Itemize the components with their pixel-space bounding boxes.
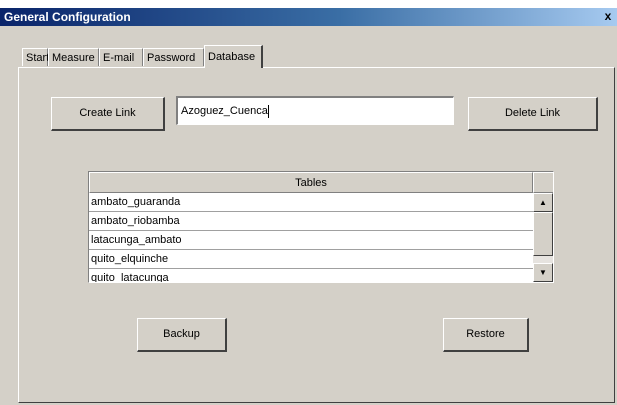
delete-link-button[interactable]: Delete Link xyxy=(468,97,598,131)
arrow-down-icon[interactable]: ▼ xyxy=(533,263,553,282)
table-row[interactable]: latacunga_ambato xyxy=(89,231,533,250)
tab-measure[interactable]: Measure xyxy=(48,48,99,66)
tab-password-label: Password xyxy=(147,52,196,64)
tab-database-label: Database xyxy=(208,51,256,63)
grid-corner xyxy=(533,172,553,193)
tab-start-label: Start xyxy=(26,52,50,64)
table-row[interactable]: ambato_guaranda xyxy=(89,193,533,212)
table-row[interactable]: quito_latacunga xyxy=(89,269,533,282)
tab-start[interactable]: Start xyxy=(22,48,50,66)
tables-list: Tables ambato_guaranda ambato_riobamba l… xyxy=(88,171,554,283)
close-icon[interactable]: x xyxy=(601,10,615,23)
table-row[interactable]: quito_elquinche xyxy=(89,250,533,269)
link-name-value: Azoguez_Cuenca xyxy=(181,105,268,117)
tab-measure-label: Measure xyxy=(52,52,95,64)
tab-password[interactable]: Password xyxy=(143,48,204,66)
window-title: General Configuration xyxy=(4,10,131,24)
create-link-button[interactable]: Create Link xyxy=(51,97,165,131)
backup-button[interactable]: Backup xyxy=(137,318,227,352)
scrollbar-thumb[interactable] xyxy=(533,212,553,256)
text-caret xyxy=(267,104,269,118)
config-window: General Configuration x Start Measure E-… xyxy=(0,8,617,405)
tables-scrollbar[interactable]: ▲ ▼ xyxy=(533,193,553,282)
tables-rows: ambato_guaranda ambato_riobamba latacung… xyxy=(89,193,533,282)
tab-email-label: E-mail xyxy=(103,52,135,64)
tab-email[interactable]: E-mail xyxy=(99,48,143,66)
restore-button[interactable]: Restore xyxy=(443,318,529,352)
tables-column-header[interactable]: Tables xyxy=(89,172,533,193)
table-row[interactable]: ambato_riobamba xyxy=(89,212,533,231)
tab-database[interactable]: Database xyxy=(204,45,263,68)
arrow-up-icon[interactable]: ▲ xyxy=(533,193,553,212)
title-bar[interactable]: General Configuration x xyxy=(0,8,617,26)
link-name-input[interactable]: Azoguez_Cuenca xyxy=(176,96,454,125)
